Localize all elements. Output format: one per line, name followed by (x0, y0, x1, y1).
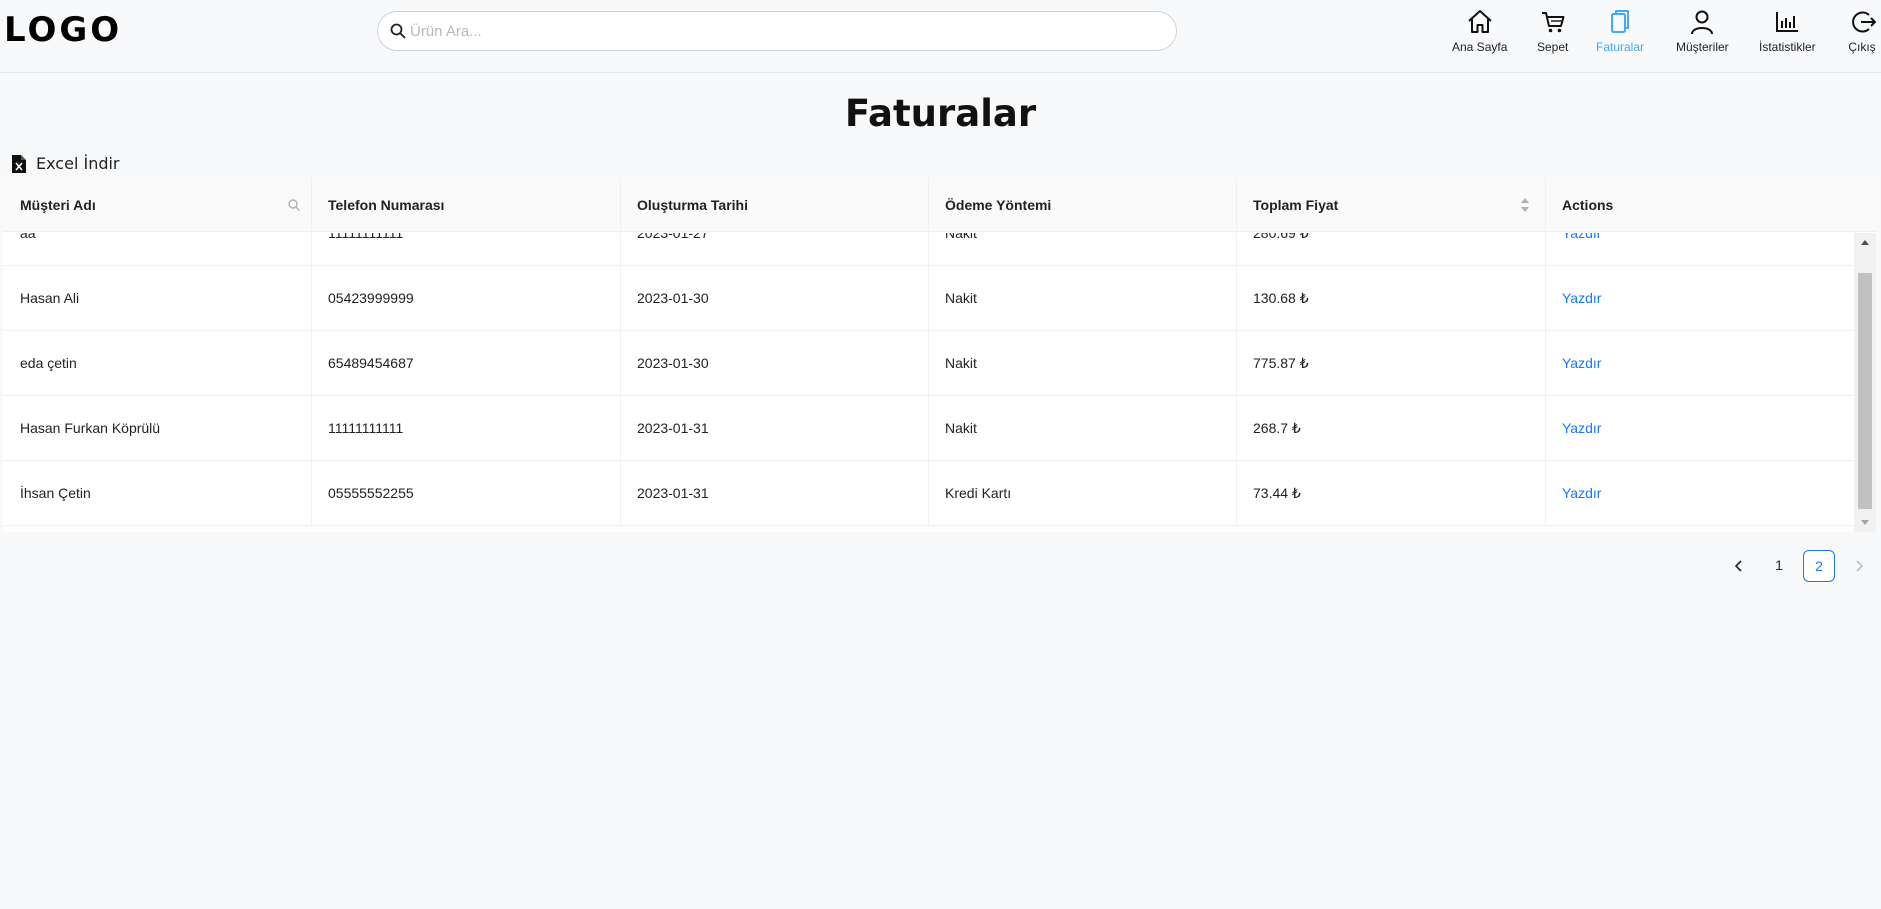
table-header: Müşteri Adı Telefon Numarası Oluşturma T… (3, 178, 1876, 232)
cell-phone: 05423999999 (328, 290, 414, 306)
cell-total: 775.87 ₺ (1253, 355, 1309, 371)
chart-icon (1776, 12, 1799, 32)
cell-actions: Yazdır (1545, 461, 1601, 526)
cell-phone: 11111111111 (328, 420, 404, 436)
cell-customer: eda çetin (20, 355, 77, 371)
print-link[interactable]: Yazdır (1562, 355, 1601, 371)
chevron-left-icon (1734, 560, 1742, 572)
table-row: eda çetin 65489454687 2023-01-30 Nakit 7… (3, 331, 1854, 396)
table-row: Hasan Furkan Köprülü 11111111111 2023-01… (3, 396, 1854, 461)
cell-total: 280.69 ₺ (1253, 233, 1309, 241)
column-header-payment: Ödeme Yöntemi (945, 197, 1052, 213)
column-header-customer[interactable]: Müşteri Adı (3, 178, 96, 232)
cart-icon (1541, 12, 1565, 33)
scroll-up-arrow-icon[interactable] (1854, 233, 1876, 253)
cell-date: 2023-01-30 (637, 355, 709, 371)
nav-invoices-label: Faturalar (1596, 40, 1645, 54)
nav-cart[interactable]: Sepet (1537, 8, 1568, 56)
cell-date: 2023-01-27 (637, 233, 709, 241)
column-header-date: Oluşturma Tarihi (637, 197, 748, 213)
page-title: Faturalar (844, 92, 1037, 135)
cell-customer: Hasan Furkan Köprülü (20, 420, 161, 436)
cell-actions: Yazdır (1545, 266, 1601, 331)
search-bar[interactable] (377, 11, 1177, 51)
cell-date: 2023-01-30 (637, 290, 709, 306)
nav-invoices[interactable]: Faturalar (1596, 8, 1644, 56)
cell-payment: Kredi Kartı (945, 485, 1012, 501)
cell-total: 130.68 ₺ (1253, 290, 1309, 306)
cell-phone: 05555552255 (328, 485, 414, 501)
column-header-total[interactable]: Toplam Fiyat (1236, 178, 1338, 232)
column-header-phone: Telefon Numarası (328, 197, 445, 213)
nav-logout-label: Çıkış (1848, 40, 1876, 54)
print-link[interactable]: Yazdır (1562, 233, 1601, 241)
cell-date: 2023-01-31 (637, 420, 709, 436)
table-row: Hasan Ali 05423999999 2023-01-30 Nakit 1… (3, 266, 1854, 331)
table-row: İhsan Çetin 05555552255 2023-01-31 Kredi… (3, 461, 1854, 526)
nav-statistics[interactable]: İstatistikler (1759, 8, 1816, 56)
app-header: LOGO Ana Sayfa Sepet Faturalar (0, 0, 1881, 73)
nav-cart-label: Sepet (1537, 40, 1569, 54)
cell-phone: 11111111111 (328, 233, 404, 241)
cell-payment: Nakit (945, 355, 977, 371)
cell-date: 2023-01-31 (637, 485, 709, 501)
scrollbar-thumb[interactable] (1858, 273, 1872, 509)
column-search-icon[interactable] (287, 198, 301, 212)
print-link[interactable]: Yazdır (1562, 420, 1601, 436)
nav-home-label: Ana Sayfa (1452, 40, 1508, 54)
cell-payment: Nakit (945, 290, 977, 306)
cell-payment: Nakit (945, 420, 977, 436)
column-header-actions: Actions (1562, 197, 1614, 213)
home-icon (1468, 10, 1492, 33)
logo[interactable]: LOGO (4, 10, 122, 50)
cell-actions: Yazdır (1545, 233, 1601, 266)
print-link[interactable]: Yazdır (1562, 290, 1601, 306)
pagination-prev-button[interactable] (1723, 550, 1755, 582)
invoice-table: Müşteri Adı Telefon Numarası Oluşturma T… (3, 178, 1876, 532)
cell-total: 73.44 ₺ (1253, 485, 1301, 501)
user-icon (1691, 10, 1714, 35)
cell-customer: Hasan Ali (20, 290, 80, 306)
excel-file-icon (12, 154, 26, 173)
nav-logout[interactable]: Çıkış (1848, 8, 1876, 56)
cell-total: 268.7 ₺ (1253, 420, 1301, 436)
search-icon (390, 23, 406, 39)
cell-customer: İhsan Çetin (20, 485, 91, 501)
nav-customers[interactable]: Müşteriler (1676, 8, 1729, 56)
cell-payment: Nakit (945, 233, 977, 241)
pagination-page-1[interactable]: 1 (1763, 550, 1795, 582)
sort-icon[interactable] (1520, 197, 1530, 213)
nav-home[interactable]: Ana Sayfa (1452, 8, 1507, 56)
cell-customer: aa (20, 233, 36, 241)
excel-download-label: Excel İndir (36, 154, 120, 173)
invoice-icon (1611, 10, 1630, 33)
scroll-down-arrow-icon[interactable] (1854, 512, 1876, 532)
pagination-page-2[interactable]: 2 (1803, 550, 1835, 582)
chevron-right-icon (1856, 560, 1864, 572)
cell-phone: 65489454687 (328, 355, 414, 371)
logout-icon (1852, 11, 1876, 33)
pagination-next-button[interactable] (1843, 550, 1875, 582)
nav-customers-label: Müşteriler (1676, 40, 1729, 54)
nav-statistics-label: İstatistikler (1759, 40, 1816, 54)
cell-actions: Yazdır (1545, 331, 1601, 396)
table-scrollbar[interactable] (1854, 233, 1876, 532)
cell-actions: Yazdır (1545, 396, 1601, 461)
print-link[interactable]: Yazdır (1562, 485, 1601, 501)
search-input[interactable] (410, 12, 1160, 50)
excel-download-button[interactable]: Excel İndir (12, 154, 120, 173)
table-body: aa 11111111111 2023-01-27 Nakit 280.69 ₺… (3, 233, 1854, 532)
table-row: aa 11111111111 2023-01-27 Nakit 280.69 ₺… (3, 233, 1854, 266)
